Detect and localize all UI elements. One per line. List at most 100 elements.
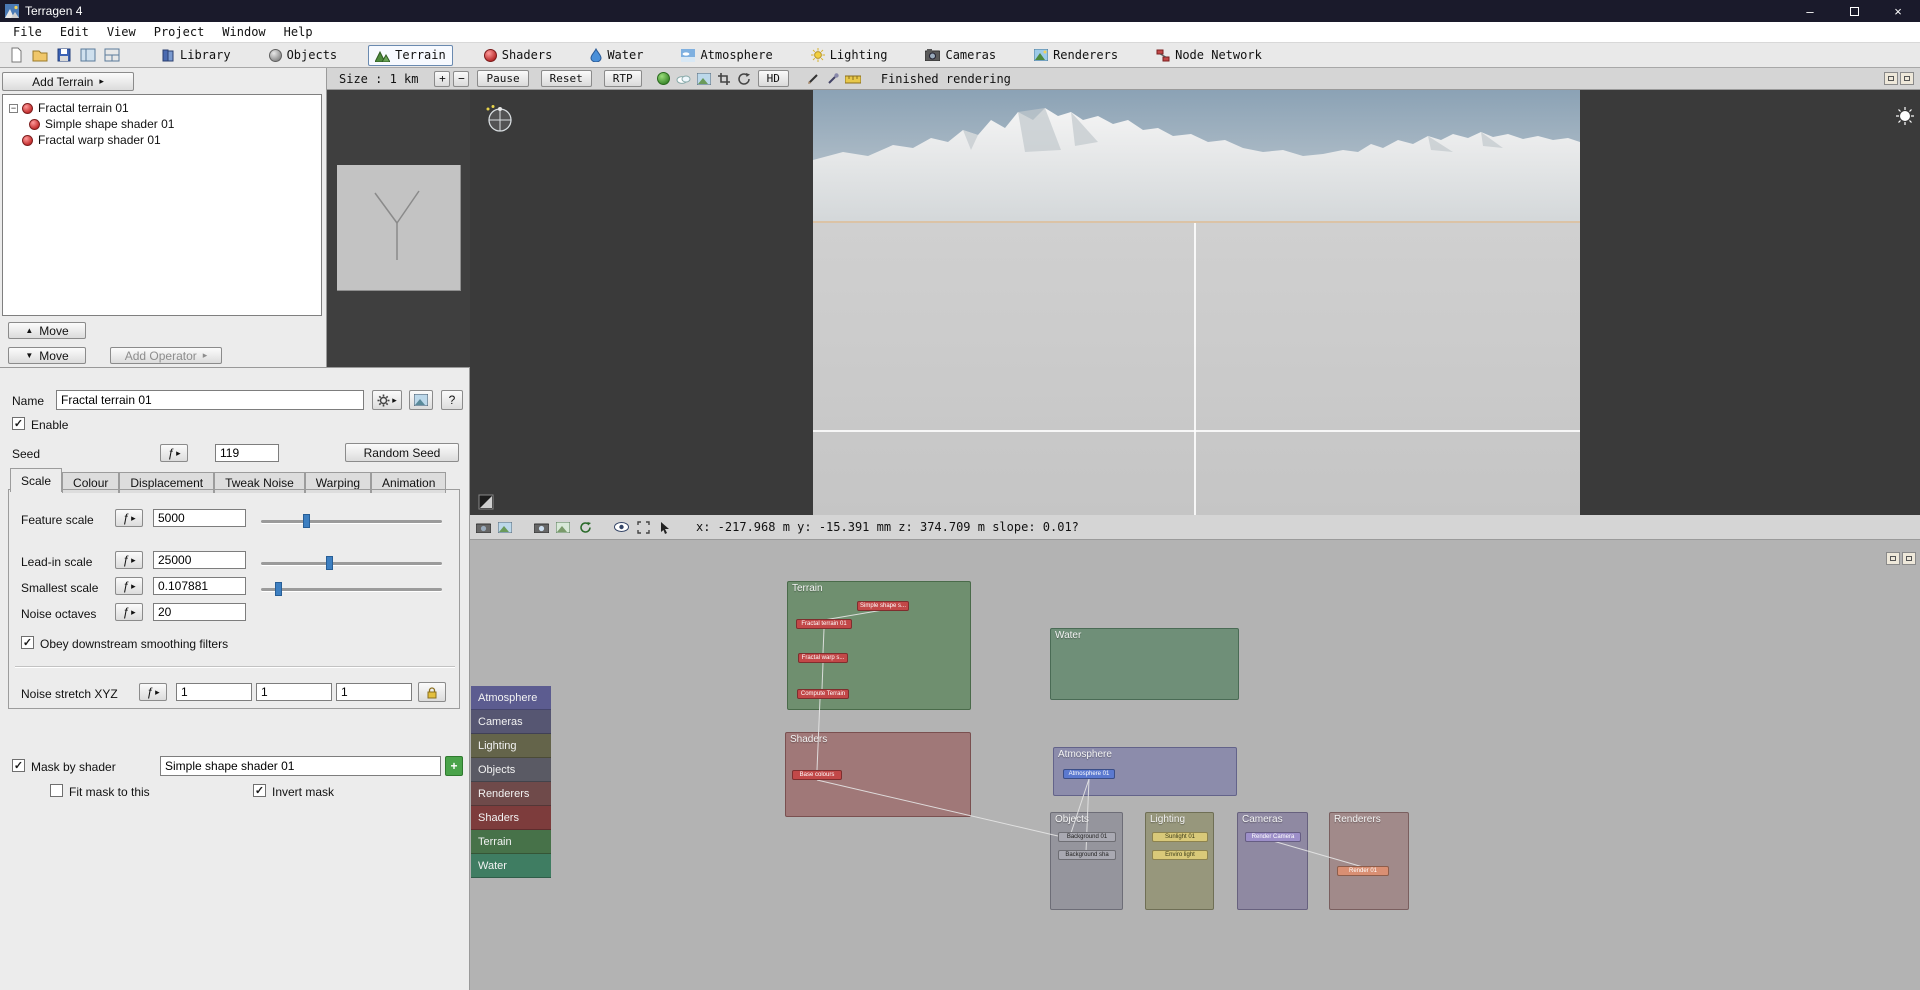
node-options-button[interactable]: ▸ (372, 390, 402, 410)
paint-tool-button[interactable] (805, 71, 821, 87)
close-button[interactable]: × (1876, 0, 1920, 22)
gradient-corner-icon[interactable] (478, 494, 494, 510)
layout-alt-button[interactable] (100, 45, 124, 66)
menu-help[interactable]: Help (275, 22, 322, 42)
new-project-button[interactable] (4, 45, 28, 66)
mask-by-shader-checkbox[interactable]: ✓ (12, 759, 25, 772)
network-detach-button[interactable] (1886, 552, 1900, 565)
camera-render-button[interactable] (532, 518, 550, 536)
toolbar-cameras-button[interactable]: Cameras (918, 45, 1003, 66)
group-cameras[interactable]: Cameras (1237, 812, 1308, 910)
noise-stretch-function-button[interactable]: ƒ▸ (139, 683, 167, 701)
network-category-lighting[interactable]: Lighting (471, 734, 551, 758)
toolbar-objects-button[interactable]: Objects (262, 45, 345, 66)
move-down-button[interactable]: ▼ Move (8, 347, 86, 364)
network-category-terrain[interactable]: Terrain (471, 830, 551, 854)
smallest-scale-slider-handle[interactable] (275, 582, 282, 596)
save-project-button[interactable] (52, 45, 76, 66)
tab-scale[interactable]: Scale (10, 468, 62, 492)
node-compute-terrain[interactable]: Compute Terrain (797, 689, 849, 699)
zoom-in-button[interactable]: + (434, 71, 450, 87)
toolbar-library-button[interactable]: Library (154, 45, 238, 66)
node-render01[interactable]: Render 01 (1337, 866, 1389, 876)
smallest-scale-function-button[interactable]: ƒ▸ (115, 577, 143, 595)
feature-scale-input[interactable] (153, 509, 246, 527)
toolbar-atmosphere-button[interactable]: Atmosphere (674, 45, 779, 66)
node-background-shader[interactable]: Background sha (1058, 850, 1116, 860)
viewport-maximize-button[interactable] (1900, 72, 1914, 85)
lock-ratio-button[interactable] (418, 682, 446, 702)
assign-shader-button[interactable]: + (445, 756, 463, 776)
frame-region-button[interactable] (634, 518, 652, 536)
toolbar-water-button[interactable]: Water (583, 45, 650, 66)
add-operator-button[interactable]: Add Operator ▸ (110, 347, 222, 364)
menu-window[interactable]: Window (213, 22, 274, 42)
collapse-icon[interactable]: − (9, 104, 18, 113)
menu-view[interactable]: View (98, 22, 145, 42)
viewport-detach-button[interactable] (1884, 72, 1898, 85)
picker-tool-button[interactable] (825, 71, 841, 87)
tree-item-fractal-warp[interactable]: Fractal warp shader 01 (3, 132, 321, 148)
hd-button[interactable]: HD (758, 70, 789, 87)
node-network-view[interactable]: Terrain Water Shaders Atmosphere Objects… (470, 540, 1920, 990)
noise-stretch-y-input[interactable] (256, 683, 332, 701)
node-base-colours[interactable]: Base colours (792, 770, 842, 780)
fit-mask-checkbox[interactable] (50, 784, 63, 797)
feature-scale-slider-handle[interactable] (303, 514, 310, 528)
atmosphere-toggle-button[interactable] (676, 71, 692, 87)
group-renderers[interactable]: Renderers (1329, 812, 1409, 910)
render-viewport[interactable] (470, 90, 1920, 515)
network-category-atmosphere[interactable]: Atmosphere (471, 686, 551, 710)
lead-in-scale-slider[interactable] (261, 562, 442, 565)
tree-item-simple-shape[interactable]: Simple shape shader 01 (3, 116, 321, 132)
group-objects[interactable]: Objects (1050, 812, 1123, 910)
menu-file[interactable]: File (4, 22, 51, 42)
texture-toggle-button[interactable] (696, 71, 712, 87)
node-atmosphere[interactable]: Atmosphere 01 (1063, 769, 1115, 779)
node-simple-shape-shader[interactable]: Simple shape s... (857, 601, 909, 611)
group-water[interactable]: Water (1050, 628, 1239, 700)
rtp-button[interactable]: RTP (604, 70, 642, 87)
noise-octaves-input[interactable] (153, 603, 246, 621)
show-atmosphere-button[interactable] (612, 518, 630, 536)
snapshot-button[interactable] (554, 518, 572, 536)
maximize-button[interactable] (1832, 0, 1876, 22)
zoom-out-button[interactable]: − (453, 71, 469, 87)
obey-smoothing-checkbox[interactable]: ✓ (21, 636, 34, 649)
minimize-button[interactable]: – (1788, 0, 1832, 22)
invert-mask-checkbox[interactable]: ✓ (253, 784, 266, 797)
enable-checkbox[interactable]: ✓ (12, 417, 25, 430)
preview-sphere-button[interactable] (656, 71, 672, 87)
navigation-gizmo[interactable] (484, 104, 514, 134)
menu-edit[interactable]: Edit (51, 22, 98, 42)
pause-button[interactable]: Pause (477, 70, 528, 87)
layout-default-button[interactable] (76, 45, 100, 66)
network-category-water[interactable]: Water (471, 854, 551, 878)
name-input[interactable] (56, 390, 364, 410)
group-lighting[interactable]: Lighting (1145, 812, 1214, 910)
menu-project[interactable]: Project (145, 22, 214, 42)
crop-region-button[interactable] (716, 71, 732, 87)
toolbar-renderers-button[interactable]: Renderers (1027, 45, 1125, 66)
noise-stretch-x-input[interactable] (176, 683, 252, 701)
toolbar-shaders-button[interactable]: Shaders (477, 45, 560, 66)
title-bar[interactable]: Terragen 4 – × (0, 0, 1920, 22)
camera-view-button[interactable] (474, 518, 492, 536)
shader-preview-thumbnail[interactable] (337, 165, 461, 291)
random-seed-button[interactable]: Random Seed (345, 443, 459, 462)
mask-shader-input[interactable] (160, 756, 441, 776)
network-category-renderers[interactable]: Renderers (471, 782, 551, 806)
toolbar-lighting-button[interactable]: Lighting (804, 45, 895, 66)
node-fractal-terrain[interactable]: Fractal terrain 01 (796, 619, 852, 629)
measure-tool-button[interactable] (845, 71, 861, 87)
open-project-button[interactable] (28, 45, 52, 66)
pointer-tool-button[interactable] (656, 518, 674, 536)
lead-in-scale-slider-handle[interactable] (326, 556, 333, 570)
tree-item-fractal-terrain[interactable]: − Fractal terrain 01 (3, 100, 321, 116)
seed-input[interactable] (215, 444, 279, 462)
network-maximize-button[interactable] (1902, 552, 1916, 565)
noise-stretch-z-input[interactable] (336, 683, 412, 701)
network-category-objects[interactable]: Objects (471, 758, 551, 782)
reset-button[interactable]: Reset (541, 70, 592, 87)
reset-view-button[interactable] (736, 71, 752, 87)
